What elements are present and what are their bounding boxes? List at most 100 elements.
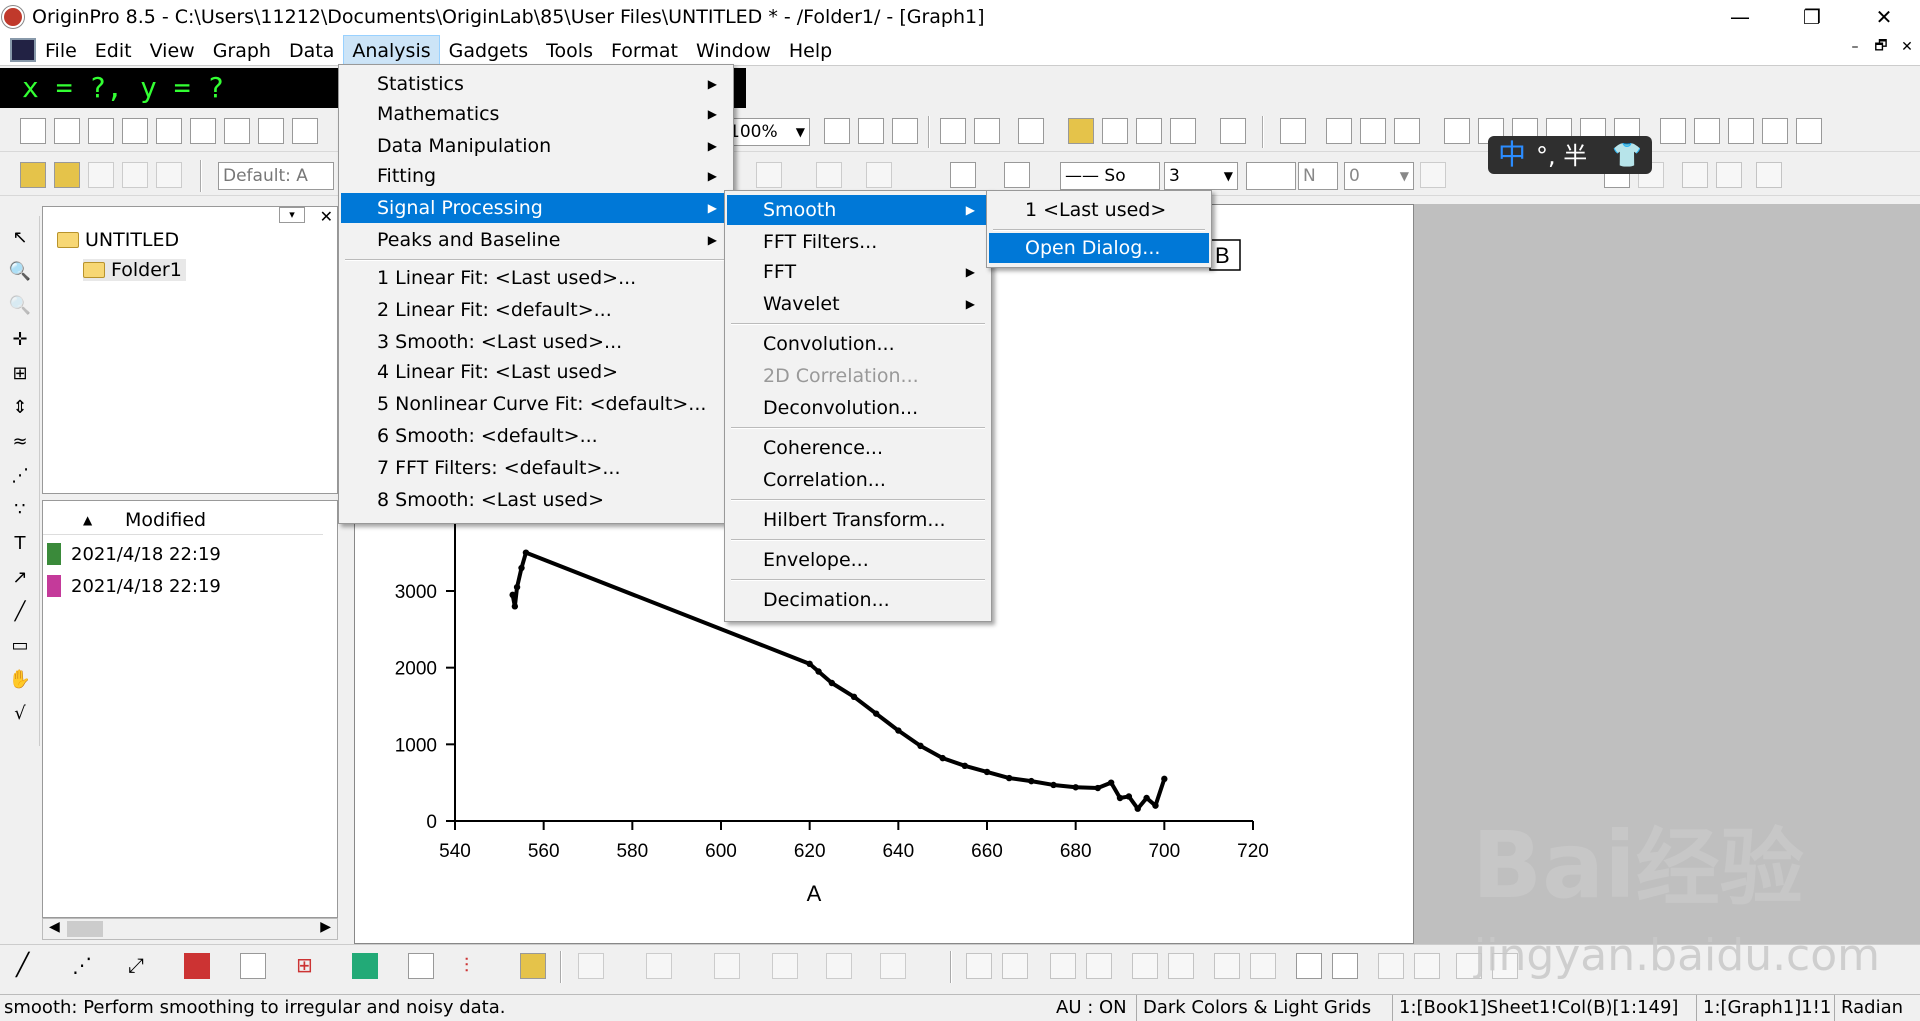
horizontal-scrollbar[interactable]: ◀ ▶ bbox=[42, 918, 338, 940]
list-icon[interactable] bbox=[1660, 118, 1686, 144]
command-window-icon[interactable] bbox=[1102, 118, 1128, 144]
data-info-icon[interactable] bbox=[1694, 118, 1720, 144]
ime-status-bar[interactable]: 中 °, 半 👕 bbox=[1488, 136, 1652, 174]
new-layout-icon[interactable] bbox=[258, 118, 284, 144]
maximize-button[interactable]: ❐ bbox=[1776, 0, 1848, 34]
analysis_menu-item-4-linear-fit-last-used[interactable]: 4 Linear Fit: <Last used> bbox=[341, 357, 731, 387]
analysis_menu-item-2-linear-fit-default[interactable]: 2 Linear Fit: <default>... bbox=[341, 295, 731, 325]
polar-icon[interactable] bbox=[240, 953, 266, 979]
list-item[interactable]: 2021/4/18 22:19 bbox=[47, 543, 221, 565]
signal_menu-item-deconvolution[interactable]: Deconvolution... bbox=[727, 393, 989, 423]
signal_menu-item-fft-filters[interactable]: FFT Filters... bbox=[727, 227, 989, 257]
signal_menu-item-coherence[interactable]: Coherence... bbox=[727, 433, 989, 463]
column-modified[interactable]: Modified bbox=[125, 509, 206, 531]
open-folder-icon[interactable] bbox=[54, 162, 80, 188]
analysis_menu-item-signal-processing[interactable]: Signal Processing ▶ bbox=[341, 193, 731, 223]
mdi-minimize-button[interactable]: – bbox=[1846, 38, 1864, 56]
scroll-left-icon[interactable]: ◀ bbox=[49, 919, 60, 935]
code-builder-icon[interactable] bbox=[940, 118, 966, 144]
fill-combo[interactable]: N bbox=[1298, 162, 1338, 190]
analysis_menu-item-peaks-and-baseline[interactable]: Peaks and Baseline ▶ bbox=[341, 225, 731, 255]
new-workbook-icon[interactable] bbox=[88, 118, 114, 144]
menu-tools[interactable]: Tools bbox=[537, 35, 602, 65]
scroll-right-icon[interactable]: ▶ bbox=[320, 919, 331, 935]
origin-app-icon[interactable] bbox=[2, 6, 24, 28]
new-project-icon[interactable] bbox=[20, 118, 46, 144]
stock-icon[interactable]: ⫶ bbox=[464, 953, 490, 979]
signal_menu-item-smooth[interactable]: Smooth ▶ bbox=[727, 195, 989, 225]
mdi-restore-button[interactable]: 🗗 bbox=[1872, 38, 1890, 56]
equation-icon[interactable]: √ bbox=[8, 702, 32, 726]
menu-view[interactable]: View bbox=[141, 35, 204, 65]
arrow-tool-icon[interactable]: ↗ bbox=[8, 566, 32, 590]
signal_menu-item-wavelet[interactable]: Wavelet ▶ bbox=[727, 289, 989, 319]
column-icon[interactable] bbox=[1728, 118, 1754, 144]
analysis_menu-item-data-manipulation[interactable]: Data Manipulation ▶ bbox=[341, 131, 731, 161]
rectangle-tool-icon[interactable]: ▭ bbox=[8, 634, 32, 658]
object-manager-icon[interactable] bbox=[1068, 118, 1094, 144]
signal_menu-item-decimation[interactable]: Decimation... bbox=[727, 585, 989, 615]
close-icon[interactable]: ✕ bbox=[320, 207, 333, 226]
scatter-draw-icon[interactable]: ∵ bbox=[8, 498, 32, 522]
layer-grid-icon[interactable] bbox=[1360, 118, 1386, 144]
gear-icon[interactable] bbox=[1170, 118, 1196, 144]
screen-reader-icon[interactable]: ✛ bbox=[8, 328, 32, 352]
smooth_menu-item-1-last-used[interactable]: 1 <Last used> bbox=[989, 195, 1209, 225]
smooth_menu-item-open-dialog[interactable]: Open Dialog... bbox=[989, 233, 1209, 263]
menu-graph[interactable]: Graph bbox=[204, 35, 280, 65]
minimize-button[interactable]: — bbox=[1704, 0, 1776, 34]
pencil-icon[interactable] bbox=[20, 162, 46, 188]
scatter-plot-icon[interactable]: ⋰ bbox=[72, 953, 98, 979]
print-icon[interactable] bbox=[824, 118, 850, 144]
pin-icon[interactable]: ▾ bbox=[279, 207, 305, 223]
column-chart-icon[interactable] bbox=[184, 953, 210, 979]
export-icon[interactable] bbox=[858, 118, 884, 144]
fill-color-icon[interactable] bbox=[950, 162, 976, 188]
list-item[interactable]: 2021/4/18 22:19 bbox=[47, 575, 221, 597]
contour-icon[interactable] bbox=[408, 953, 434, 979]
signal_menu-item-correlation[interactable]: Correlation... bbox=[727, 465, 989, 495]
status-autoupdate[interactable]: AU : ON bbox=[1050, 995, 1127, 1021]
new-notes-icon[interactable] bbox=[292, 118, 318, 144]
line-symbol-icon[interactable]: ⤢ bbox=[128, 953, 154, 979]
signal_menu-item-convolution[interactable]: Convolution... bbox=[727, 329, 989, 359]
menu-analysis[interactable]: Analysis bbox=[343, 34, 440, 65]
x-axis-title[interactable]: A bbox=[807, 881, 822, 906]
menu-data[interactable]: Data bbox=[280, 35, 343, 65]
line-plot-icon[interactable]: ╱ bbox=[16, 953, 42, 979]
project-explorer-icon[interactable] bbox=[1018, 118, 1044, 144]
template-library-icon[interactable] bbox=[520, 953, 546, 979]
list-header[interactable]: ▲ Modified bbox=[43, 509, 323, 535]
refresh-icon[interactable] bbox=[892, 118, 918, 144]
data-selector-icon[interactable]: ⇕ bbox=[8, 396, 32, 420]
send-back-icon[interactable] bbox=[1332, 953, 1358, 979]
line-style-combo[interactable]: —— So bbox=[1060, 162, 1160, 190]
menu-gadgets[interactable]: Gadgets bbox=[440, 35, 538, 65]
signal_menu-item-fft[interactable]: FFT ▶ bbox=[727, 257, 989, 287]
line-tool-icon[interactable]: ╱ bbox=[8, 600, 32, 624]
mdi-close-button[interactable]: ✕ bbox=[1898, 38, 1916, 56]
new-graph-icon[interactable] bbox=[156, 118, 182, 144]
fill-swatch[interactable] bbox=[1246, 162, 1296, 190]
analysis_menu-item-7-fft-filters-default[interactable]: 7 FFT Filters: <default>... bbox=[341, 453, 731, 483]
font-combo[interactable]: Default: A bbox=[218, 162, 334, 190]
pointer-icon[interactable]: ↖ bbox=[8, 226, 32, 250]
status-theme[interactable]: Dark Colors & Light Grids bbox=[1136, 995, 1371, 1021]
script-window-icon[interactable] bbox=[1136, 118, 1162, 144]
zoom-combo[interactable]: 100% ▼ bbox=[724, 118, 810, 146]
menu-file[interactable]: File bbox=[36, 35, 86, 65]
close-button[interactable]: ✕ bbox=[1848, 0, 1920, 34]
menu-edit[interactable]: Edit bbox=[86, 35, 141, 65]
mask-icon[interactable]: ⋰ bbox=[8, 464, 32, 488]
status-angle-unit[interactable]: Radian bbox=[1834, 995, 1903, 1021]
menu-format[interactable]: Format bbox=[602, 35, 687, 65]
analysis_menu-item-3-smooth-last-used[interactable]: 3 Smooth: <Last used>... bbox=[341, 327, 731, 357]
analysis_menu-item-8-smooth-last-used[interactable]: 8 Smooth: <Last used> bbox=[341, 485, 731, 515]
analysis_menu-item-fitting[interactable]: Fitting ▶ bbox=[341, 161, 731, 191]
rescale-icon[interactable] bbox=[1280, 118, 1306, 144]
draw-data-icon[interactable]: ≈ bbox=[8, 430, 32, 454]
analysis_menu-item-1-linear-fit-last-used[interactable]: 1 Linear Fit: <Last used>... bbox=[341, 263, 731, 293]
new-excel-icon[interactable] bbox=[122, 118, 148, 144]
bring-front-icon[interactable] bbox=[1296, 953, 1322, 979]
new-folder-icon[interactable] bbox=[54, 118, 80, 144]
